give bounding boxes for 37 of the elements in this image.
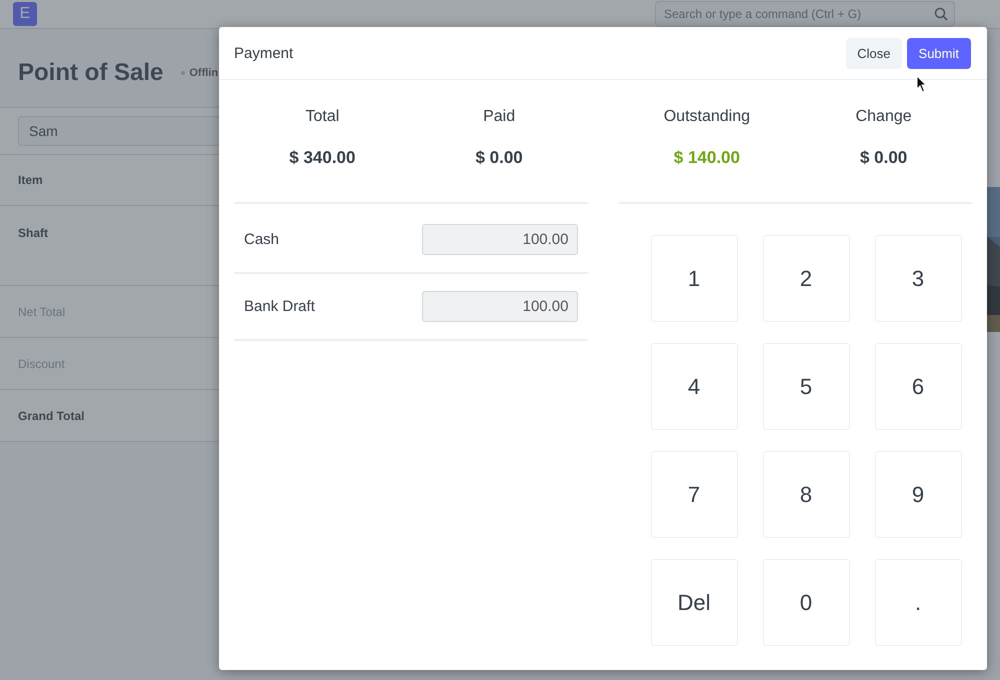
payment-mode: Bank Draft [244,298,315,315]
keypad-key[interactable]: 3 [874,235,962,322]
summary-label: Paid [483,108,516,126]
summary-amount: $ 340.00 [289,148,356,168]
amount-field[interactable]: 100.00 [422,224,578,255]
search-field[interactable]: Search or type a command (Ctrl + G) [655,1,955,27]
total-label: Net Total [18,304,66,318]
amount-field[interactable]: 100.00 [422,291,578,322]
page-title: Point of Sale [18,59,164,87]
dialog-title: Payment [234,44,294,62]
keypad-key[interactable]: 5 [762,343,850,430]
mouse-cursor-icon [916,75,927,93]
close-button[interactable]: Close [846,38,902,68]
summary-amount: $ 0.00 [860,148,908,168]
keypad-key[interactable]: . [874,559,962,646]
search-icon [934,7,948,21]
keypad-key[interactable]: 2 [762,235,850,322]
summary-amount: $ 140.00 [674,148,740,168]
keypad-key[interactable]: 1 [650,235,738,322]
payment-mode: Cash [244,231,280,248]
keypad-key[interactable]: 4 [650,343,738,430]
submit-button[interactable]: Submit [906,38,971,68]
summary-label: Outstanding [664,108,750,126]
connection-status: Offlin [189,67,218,79]
keypad-key[interactable]: 8 [762,451,850,538]
total-label: Discount [18,356,65,370]
summary-label: Change [856,108,912,126]
total-label: Grand Total [18,408,84,422]
summary-label: Total [305,108,340,126]
summary-amount: $ 0.00 [475,148,523,168]
item-name[interactable]: Shaft [18,226,48,240]
keypad-key[interactable]: Del [650,559,738,646]
keypad-key[interactable]: 9 [874,451,962,538]
column-header: Item [18,173,43,187]
keypad-key[interactable]: 0 [762,559,850,646]
keypad-key[interactable]: 7 [650,451,738,538]
keypad-key[interactable]: 6 [874,343,962,430]
